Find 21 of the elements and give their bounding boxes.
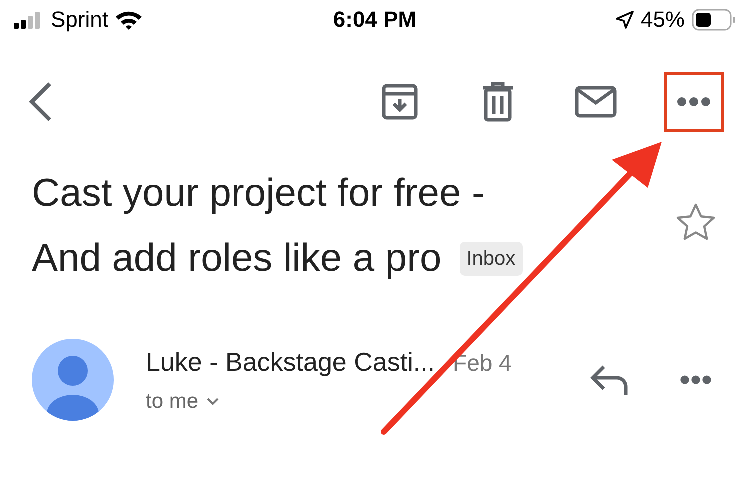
archive-icon[interactable] <box>381 83 419 121</box>
subject-line: And add roles like a pro <box>32 236 442 282</box>
battery-percent: 45% <box>640 7 685 33</box>
location-arrow-icon <box>616 11 634 29</box>
subject-line: Cast your project for free - <box>32 171 485 217</box>
reply-icon[interactable] <box>590 364 630 396</box>
chevron-down-icon[interactable] <box>206 398 219 406</box>
more-icon[interactable] <box>677 97 711 107</box>
sender-name: Luke - Backstage Casti... <box>146 346 436 378</box>
star-icon[interactable] <box>676 203 716 241</box>
more-icon[interactable] <box>680 375 712 385</box>
label-tag: Inbox <box>460 242 523 276</box>
clock-time: 6:04 PM <box>333 7 417 33</box>
wifi-icon <box>115 10 144 30</box>
battery-icon <box>692 9 736 31</box>
back-icon[interactable] <box>28 82 54 122</box>
mail-icon[interactable] <box>575 86 617 118</box>
avatar-icon <box>32 339 114 421</box>
carrier-name: Sprint <box>51 7 108 33</box>
recipient-text[interactable]: to me <box>146 390 199 414</box>
trash-icon[interactable] <box>482 82 514 122</box>
